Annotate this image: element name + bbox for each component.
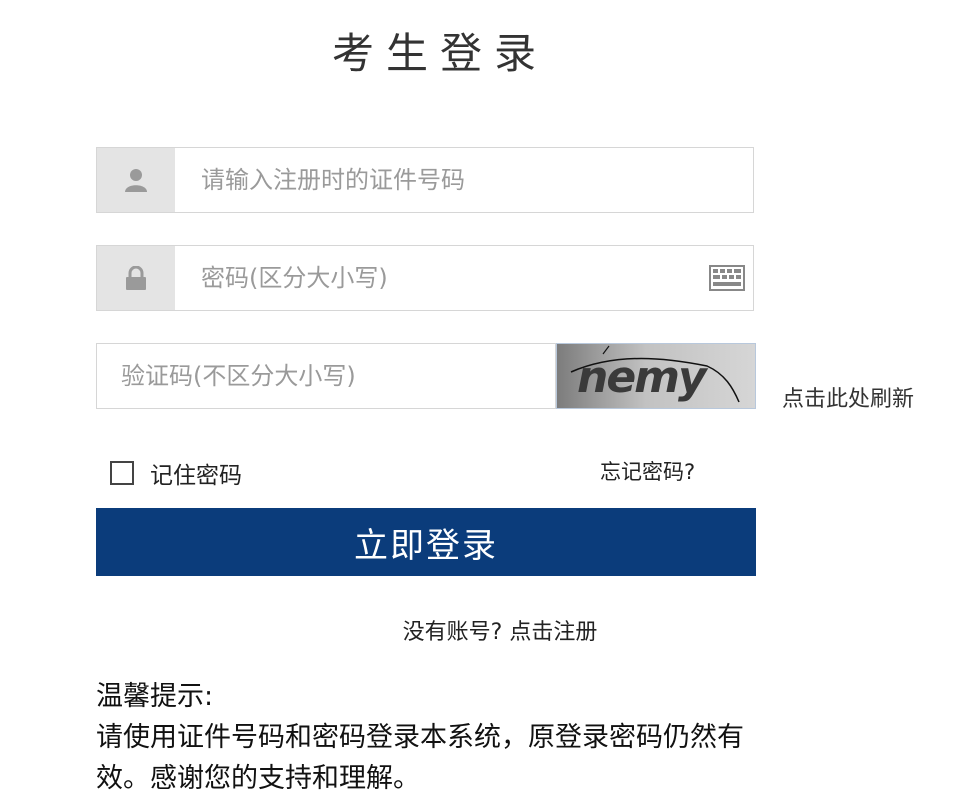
captcha-field [96,343,556,409]
forgot-password-link[interactable]: 忘记密码? [600,456,695,486]
remember-checkbox[interactable] [110,461,134,485]
captcha-image[interactable]: nemy [556,343,756,409]
register-link[interactable]: 没有账号? 点击注册 [0,614,980,646]
page-title: 考生登录 [331,29,548,78]
login-button[interactable]: 立即登录 [96,508,756,576]
notice-heading: 温馨提示: [96,681,214,712]
notice-body: 请使用证件号码和密码登录本系统，原登录密码仍然有效。感谢您的支持和理解。 [96,722,744,794]
id-number-input[interactable] [201,148,701,212]
user-icon [125,169,147,192]
password-field [96,245,754,311]
remember-password[interactable]: 记住密码 [110,456,242,490]
keyboard-icon[interactable] [709,265,745,291]
captcha-noise-line [570,345,740,403]
lock-icon [126,266,146,290]
refresh-captcha-link[interactable]: 点击此处刷新 [782,381,914,413]
remember-label: 记住密码 [150,463,242,489]
lock-icon-box [97,246,175,310]
notice: 温馨提示: 请使用证件号码和密码登录本系统，原登录密码仍然有效。感谢您的支持和理… [96,676,756,799]
user-icon-box [97,148,175,212]
id-number-field [96,147,754,213]
password-input[interactable] [201,246,701,310]
captcha-input[interactable] [121,344,541,408]
